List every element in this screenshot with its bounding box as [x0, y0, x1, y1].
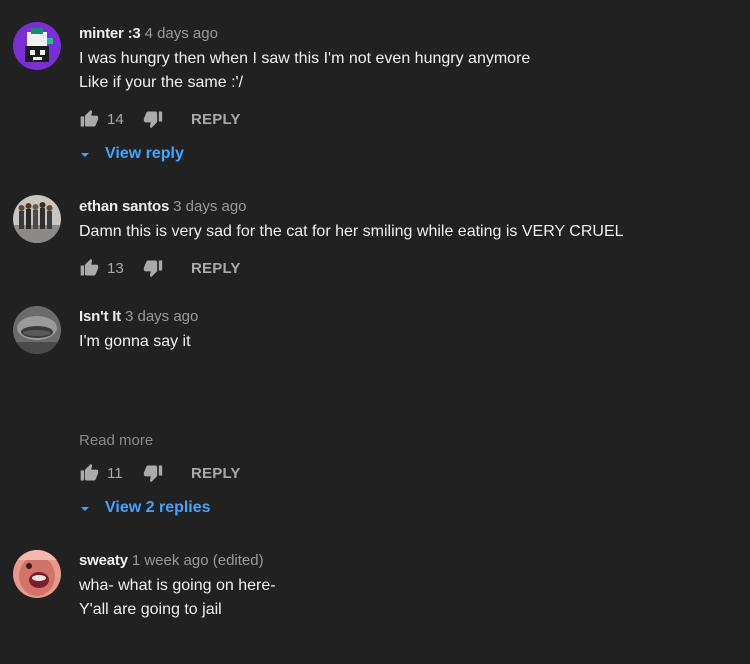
avatar-image: [13, 22, 61, 70]
comment-text-line: Like if your the same :'/: [79, 74, 244, 91]
avatar-image: [13, 306, 61, 354]
author-name[interactable]: minter :3: [79, 25, 141, 42]
avatar[interactable]: [13, 550, 61, 598]
comment-time[interactable]: 1 week ago (edited): [132, 552, 264, 569]
reply-button[interactable]: REPLY: [191, 465, 241, 482]
comment-text-line: I was hungry then when I saw this I'm no…: [79, 50, 531, 67]
avatar-image: [13, 550, 61, 598]
view-replies-label: View 2 replies: [105, 499, 211, 516]
comment-time[interactable]: 3 days ago: [173, 198, 246, 215]
comment-header: ethan santos 3 days ago: [79, 197, 730, 217]
thumbs-up-icon[interactable]: [79, 463, 99, 483]
thumbs-down-icon[interactable]: [143, 258, 163, 278]
author-name[interactable]: Isn't It: [79, 308, 121, 325]
comment-header: sweaty 1 week ago (edited): [79, 551, 730, 571]
view-replies-label: View reply: [105, 145, 184, 162]
read-more-link[interactable]: Read more: [79, 432, 153, 449]
like-count: 14: [107, 110, 124, 128]
thumbs-up-icon[interactable]: [79, 109, 99, 129]
comment-header: Isn't It 3 days ago: [79, 307, 730, 327]
thumbs-up-icon[interactable]: [79, 258, 99, 278]
comment-text: Damn this is very sad for the cat for he…: [79, 220, 730, 244]
comment-text-line: I'm gonna say it: [79, 333, 191, 350]
author-name[interactable]: ethan santos: [79, 198, 169, 215]
like-count: 11: [107, 464, 123, 482]
comment-text-line: Y'all are going to jail: [79, 601, 222, 618]
comments-section: minter :3 4 days ago I was hungry then wh…: [0, 0, 750, 664]
comment-body: Isn't It 3 days ago I'm gonna say it: [79, 307, 730, 354]
avatar[interactable]: [13, 195, 61, 243]
comment-actions: 14 REPLY: [79, 107, 241, 131]
read-more-container: Read more: [79, 431, 730, 451]
avatar[interactable]: [13, 306, 61, 354]
reply-button[interactable]: REPLY: [191, 111, 241, 128]
comment-text: I was hungry then when I saw this I'm no…: [79, 47, 730, 95]
comment-time[interactable]: 3 days ago: [125, 308, 198, 325]
thumbs-down-icon[interactable]: [143, 109, 163, 129]
comment-text-line: Damn this is very sad for the cat for he…: [79, 223, 624, 240]
comment-body: minter :3 4 days ago I was hungry then wh…: [79, 24, 730, 95]
comment-actions: 13 REPLY: [79, 256, 241, 280]
comment-body: ethan santos 3 days ago Damn this is very…: [79, 197, 730, 244]
view-replies-button[interactable]: View reply: [79, 142, 184, 166]
caret-down-icon: [79, 148, 91, 160]
like-count: 13: [107, 259, 124, 277]
thumbs-down-icon[interactable]: [143, 463, 163, 483]
view-replies-button[interactable]: View 2 replies: [79, 496, 211, 520]
comment-text: I'm gonna say it: [79, 330, 730, 354]
caret-down-icon: [79, 502, 91, 514]
author-name[interactable]: sweaty: [79, 552, 128, 569]
avatar-image: [13, 195, 61, 243]
comment-time[interactable]: 4 days ago: [145, 25, 218, 42]
comment-text-line: wha- what is going on here-: [79, 577, 276, 594]
avatar[interactable]: [13, 22, 61, 70]
comment-text: wha- what is going on here- Y'all are go…: [79, 574, 730, 622]
comment-actions: 11 REPLY: [79, 461, 241, 485]
reply-button[interactable]: REPLY: [191, 260, 241, 277]
comment-body: sweaty 1 week ago (edited) wha- what is g…: [79, 551, 730, 622]
comment-header: minter :3 4 days ago: [79, 24, 730, 44]
